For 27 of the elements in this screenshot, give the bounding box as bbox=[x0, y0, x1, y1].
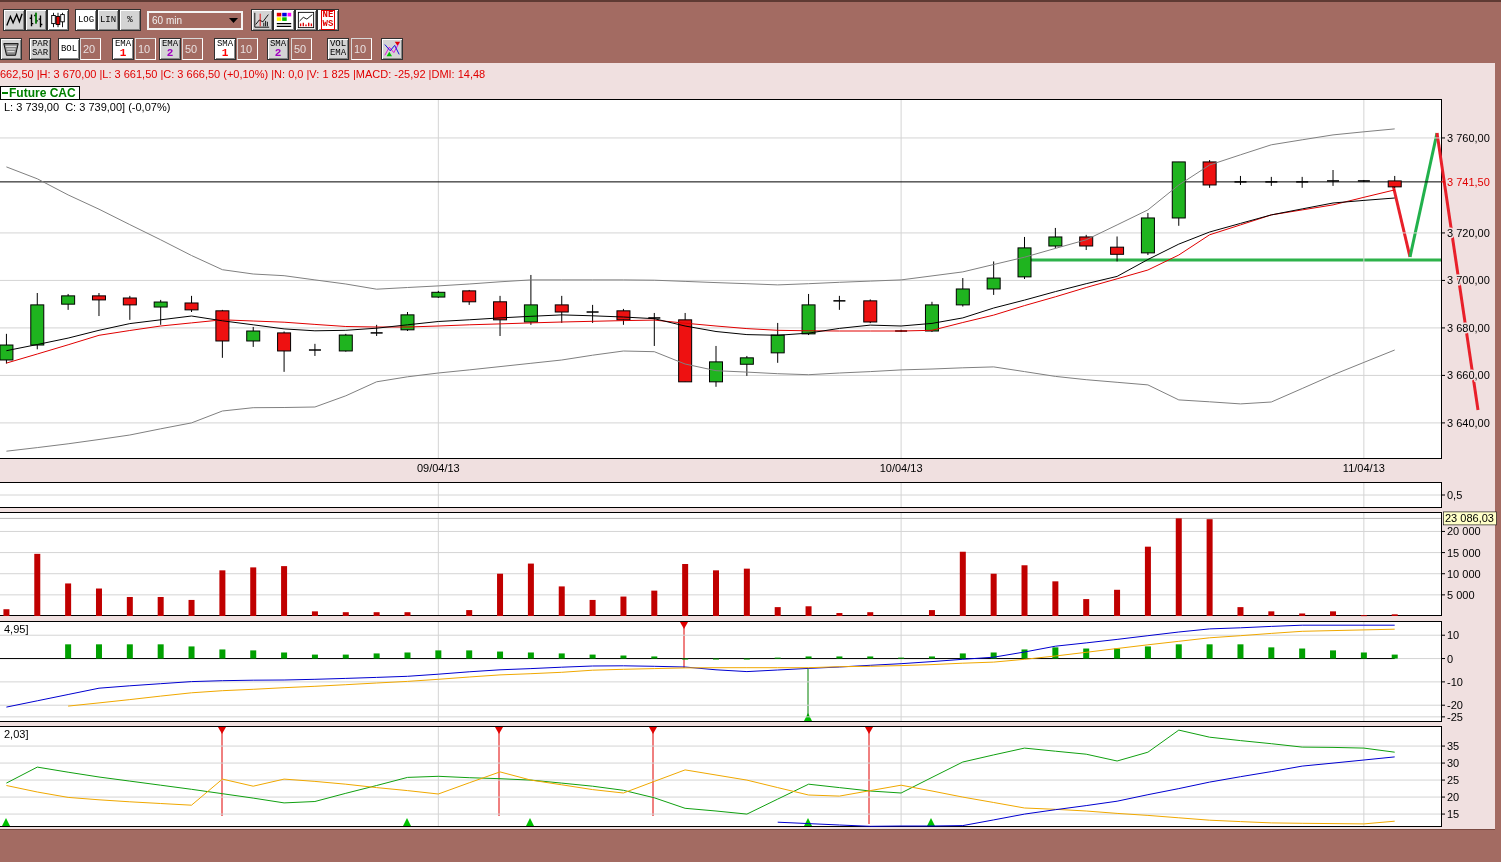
price-label: 3 741,50 bbox=[1447, 175, 1490, 188]
axis-label: 3 760,00 bbox=[1447, 131, 1490, 144]
date-label: 10/04/13 bbox=[879, 462, 923, 474]
axis-label: 15 000 bbox=[1447, 546, 1481, 559]
date-label: 11/04/13 bbox=[1342, 462, 1385, 474]
axis-label: 15 bbox=[1447, 808, 1460, 821]
pane-caption: 2,03] bbox=[4, 728, 29, 740]
axis-label: 20 bbox=[1447, 791, 1460, 804]
axis-label: 3 640,00 bbox=[1447, 416, 1490, 429]
axis-label: 5 000 bbox=[1447, 588, 1475, 601]
axis-label: 0 bbox=[1447, 652, 1454, 665]
axis-label: -20 bbox=[1447, 699, 1463, 712]
pane-caption: L: 3 739,00 C: 3 739,00] (-0,07%) bbox=[4, 101, 171, 113]
value-tag: 23 086,03 bbox=[1443, 511, 1497, 526]
axis-label: 35 bbox=[1447, 740, 1460, 753]
axis-label: -25 bbox=[1447, 710, 1463, 723]
axis-label: 10 bbox=[1447, 629, 1460, 642]
axis-label: 30 bbox=[1447, 757, 1460, 770]
axis-label: 20 000 bbox=[1447, 525, 1481, 538]
quote-info: 662,50 |H: 3 670,00 |L: 3 661,50 |C: 3 666,50 (+0,10%) |N: 0,0 |V: 1 825 |MACD: -25,92 |DMI: 14,48 bbox=[0, 68, 487, 80]
date-label: 09/04/13 bbox=[416, 462, 460, 474]
series-legend: Future CAC bbox=[0, 86, 80, 100]
pane-caption: 4,95] bbox=[4, 623, 29, 635]
axis-label: 0,5 bbox=[1447, 489, 1463, 501]
axis-label: 25 bbox=[1447, 774, 1460, 787]
axis-label: 10 000 bbox=[1447, 567, 1481, 580]
axis-label: -10 bbox=[1447, 675, 1463, 688]
